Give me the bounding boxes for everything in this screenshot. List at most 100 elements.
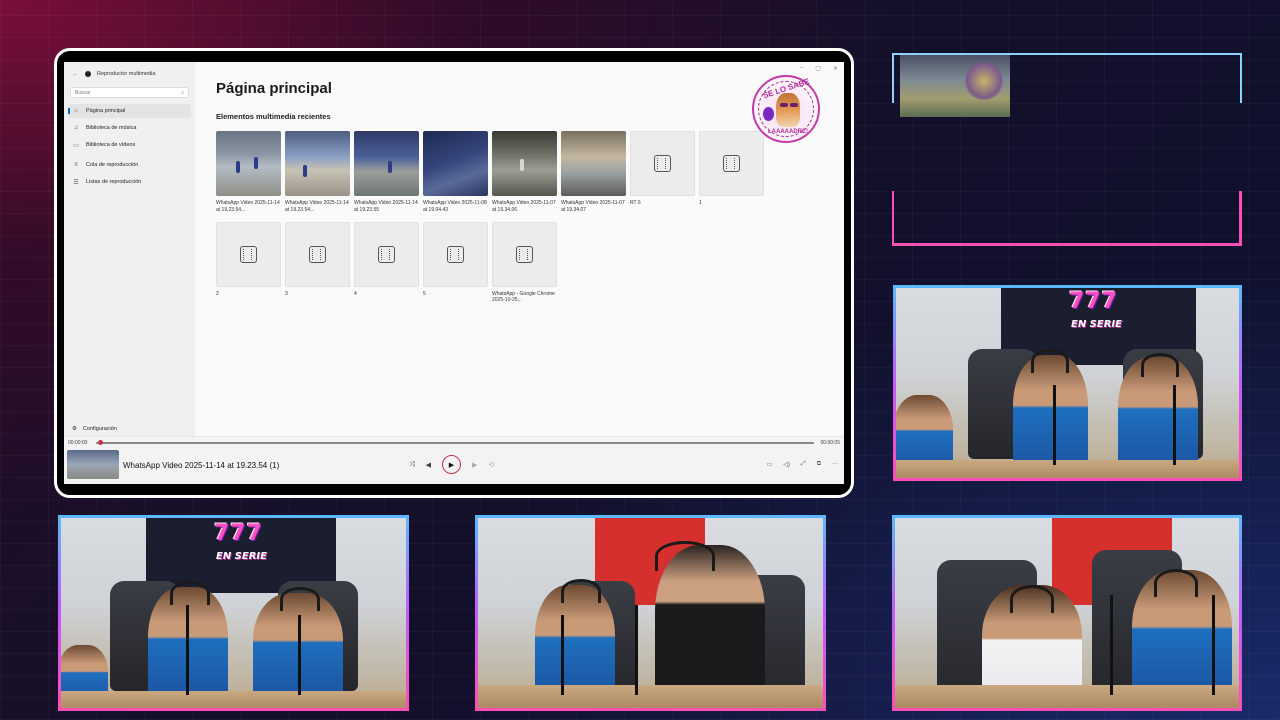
sidebar-item-label: Biblioteca de vídeos xyxy=(86,142,136,148)
media-caption: 1 xyxy=(699,200,702,206)
media-caption: WhatsApp - Google Chrome 2025-10-25... xyxy=(492,290,555,304)
media-tile[interactable]: 3 xyxy=(285,221,350,305)
media-placeholder xyxy=(216,221,281,287)
media-caption: 2 xyxy=(216,290,219,297)
media-tile[interactable]: 1 xyxy=(699,131,764,214)
media-tile[interactable]: RT 6 xyxy=(630,131,695,214)
fullscreen-icon[interactable]: ⤢ xyxy=(801,461,806,468)
miniplayer-icon[interactable]: ⧉ xyxy=(817,461,821,468)
play-button[interactable]: ▶ xyxy=(442,455,461,474)
video-thumbnail xyxy=(354,131,419,196)
search-input[interactable]: Buscar ⌕ xyxy=(70,87,189,98)
sidebar-item-label: Biblioteca de música xyxy=(86,125,137,131)
media-caption: 3 xyxy=(285,290,288,297)
sidebar-item-home[interactable]: ⌂ Página principal xyxy=(68,104,191,118)
main-content: – ▢ ✕ Página principal Elementos multime… xyxy=(195,62,844,436)
media-tile[interactable]: 2 xyxy=(216,221,281,305)
now-playing-thumbnail[interactable] xyxy=(67,450,119,479)
sidebar-item-label: Página principal xyxy=(86,108,126,114)
video-thumbnail xyxy=(216,131,281,196)
camera-feed-bottom-left: 777 EN SERIE xyxy=(58,515,409,711)
video-thumbnail xyxy=(423,131,488,196)
video-thumbnail xyxy=(285,131,350,196)
media-tile[interactable]: WhatsApp - Google Chrome 2025-10-25... xyxy=(492,221,557,305)
sidebar-item-videos[interactable]: ▭ Biblioteca de vídeos xyxy=(68,138,191,152)
logo-en-serie: EN SERIE xyxy=(1071,319,1122,330)
media-tile[interactable]: WhatsApp Video 2025-11-14 at 19.23.54... xyxy=(285,131,350,214)
search-placeholder: Buscar xyxy=(75,89,91,96)
video-library-icon: ▭ xyxy=(73,142,79,149)
media-tile[interactable]: WhatsApp Video 2025-11-07 at 19.34.07 xyxy=(561,131,626,214)
media-placeholder xyxy=(354,221,419,287)
volume-icon[interactable]: ◁) xyxy=(783,461,790,468)
media-caption: WhatsApp Video 2025-11-08 at 19.04.43 xyxy=(423,200,487,213)
back-arrow-icon[interactable]: ← xyxy=(72,71,79,78)
media-placeholder xyxy=(285,221,350,287)
film-icon xyxy=(378,245,395,263)
media-placeholder xyxy=(630,131,695,196)
sidebar-item-queue[interactable]: ≡ Cola de reproducción xyxy=(68,158,191,172)
media-caption: WhatsApp Video 2025-11-07 at 19.34.06 xyxy=(492,200,556,213)
repeat-icon[interactable]: ⟲ xyxy=(488,461,494,469)
more-options-icon[interactable]: ··· xyxy=(832,461,838,468)
video-thumbnail xyxy=(561,131,626,196)
title-bar: ← Reproductor multimedia xyxy=(68,67,191,81)
media-caption: 5 xyxy=(423,290,426,297)
shuffle-icon[interactable]: ⤨ xyxy=(409,461,415,469)
logo-777: 777 xyxy=(214,521,263,546)
gear-icon: ⚙ xyxy=(72,426,77,432)
sidebar-item-music[interactable]: ♫ Biblioteca de música xyxy=(68,121,191,135)
media-placeholder xyxy=(492,221,557,287)
film-icon xyxy=(516,245,533,263)
seek-bar[interactable] xyxy=(96,442,814,444)
media-caption: 4 xyxy=(354,290,357,297)
now-playing-title[interactable]: WhatsApp Video 2025-11-14 at 19.23.54 (1… xyxy=(123,461,279,470)
media-tile[interactable]: 4 xyxy=(354,221,419,305)
media-tile[interactable]: WhatsApp Video 2025-11-14 at 19.23.55 xyxy=(354,131,419,214)
window-controls: – ▢ ✕ xyxy=(800,65,838,72)
section-title: Elementos multimedia recientes xyxy=(216,112,331,121)
dog-illustration xyxy=(776,93,800,127)
sticker-blob xyxy=(763,107,774,121)
music-icon: ♫ xyxy=(73,125,79,131)
settings-label: Configuración xyxy=(82,426,117,432)
media-player-frame: ← Reproductor multimedia Buscar ⌕ ⌂ Pági… xyxy=(54,48,854,498)
home-icon: ⌂ xyxy=(74,108,78,114)
minimize-icon[interactable]: – xyxy=(800,65,803,72)
playlist-icon: ☰ xyxy=(73,179,79,186)
previous-icon[interactable]: ◀ xyxy=(426,461,431,469)
sidebar: ← Reproductor multimedia Buscar ⌕ ⌂ Pági… xyxy=(64,62,195,436)
sidebar-item-label: Cola de reproducción xyxy=(86,162,139,168)
film-icon xyxy=(240,245,257,263)
view-controls: ▭ ◁) ⤢ ⧉ ··· xyxy=(767,461,838,468)
play-icon: ▶ xyxy=(448,461,455,469)
next-icon[interactable]: ▶ xyxy=(472,461,477,469)
media-tile[interactable]: WhatsApp Video 2025-11-14 at 19.23.54... xyxy=(216,131,281,214)
media-placeholder xyxy=(699,131,764,196)
settings-button[interactable]: ⚙ Configuración xyxy=(68,426,117,432)
film-icon xyxy=(309,245,326,263)
media-tile[interactable]: WhatsApp Video 2025-11-08 at 19.04.43 xyxy=(423,131,488,214)
search-icon[interactable]: ⌕ xyxy=(181,90,184,96)
media-caption: WhatsApp Video 2025-11-14 at 19.23.55 xyxy=(354,200,418,213)
close-icon[interactable]: ✕ xyxy=(833,65,838,72)
transport-bar: 00:00:00 00:00:05 WhatsApp Video 2025-11… xyxy=(64,436,844,484)
media-caption: WhatsApp Video 2025-11-07 at 19.34.07 xyxy=(561,200,625,213)
sidebar-item-playlists[interactable]: ☰ Listas de reproducción xyxy=(68,175,191,189)
recent-media-grid: WhatsApp Video 2025-11-14 at 19.23.54...… xyxy=(216,131,776,304)
media-tile[interactable]: 5 xyxy=(423,221,488,305)
film-icon xyxy=(654,155,671,172)
sidebar-item-label: Listas de reproducción xyxy=(86,179,142,185)
app-logo-icon xyxy=(85,71,91,77)
queue-icon: ≡ xyxy=(74,162,78,168)
media-tile[interactable]: WhatsApp Video 2025-11-07 at 19.34.06 xyxy=(492,131,557,214)
media-player-app: ← Reproductor multimedia Buscar ⌕ ⌂ Pági… xyxy=(64,62,844,484)
playback-controls: ⤨ ◀ ▶ ▶ ⟲ xyxy=(409,455,494,474)
media-caption: WhatsApp Video 2025-11-14 at 19.23.54... xyxy=(216,200,280,213)
subtitles-icon[interactable]: ▭ xyxy=(767,461,773,468)
camera-feed-right: 777 EN SERIE xyxy=(893,285,1242,481)
seek-handle[interactable] xyxy=(98,440,103,445)
mini-camera-feed xyxy=(900,55,1010,117)
sticker-bottom-text: LAAAAADRE! xyxy=(768,129,808,135)
maximize-icon[interactable]: ▢ xyxy=(815,65,821,72)
